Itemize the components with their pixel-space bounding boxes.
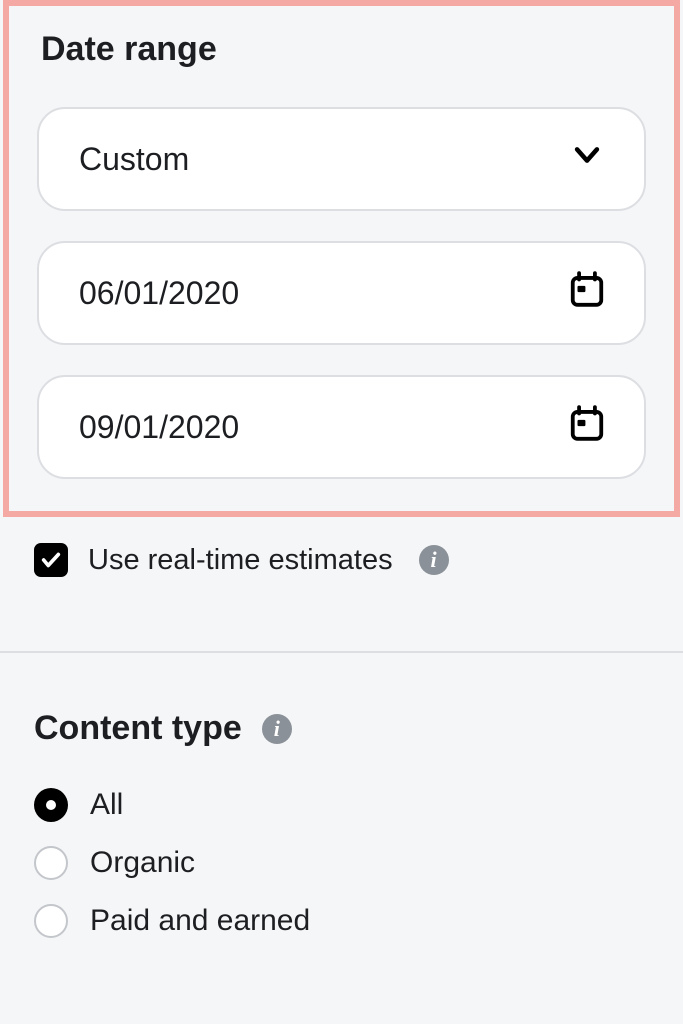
radio-label: Organic bbox=[90, 846, 195, 880]
date-range-preset-select[interactable]: Custom bbox=[37, 107, 646, 211]
content-type-option-all[interactable]: All bbox=[34, 788, 683, 822]
info-icon[interactable]: i bbox=[419, 545, 449, 575]
end-date-value: 09/01/2020 bbox=[79, 409, 239, 446]
date-range-preset-value: Custom bbox=[79, 141, 189, 178]
radio-label: Paid and earned bbox=[90, 904, 310, 938]
filter-panel: Date range Custom 06/01/2020 09/01/2020 … bbox=[0, 0, 683, 1024]
realtime-estimates-label: Use real-time estimates bbox=[88, 544, 393, 577]
radio-button[interactable] bbox=[34, 788, 68, 822]
content-type-title-row: Content type i bbox=[34, 709, 683, 748]
date-range-title: Date range bbox=[41, 30, 646, 69]
radio-label: All bbox=[90, 788, 123, 822]
content-type-option-paid-earned[interactable]: Paid and earned bbox=[34, 904, 683, 938]
radio-button[interactable] bbox=[34, 846, 68, 880]
content-type-radio-group: All Organic Paid and earned bbox=[34, 788, 683, 938]
start-date-field[interactable]: 06/01/2020 bbox=[37, 241, 646, 345]
info-icon[interactable]: i bbox=[262, 714, 292, 744]
content-type-option-organic[interactable]: Organic bbox=[34, 846, 683, 880]
content-type-section: Content type i All Organic Paid and earn… bbox=[0, 653, 683, 938]
realtime-estimates-row: Use real-time estimates i bbox=[0, 517, 683, 577]
date-range-section: Date range Custom 06/01/2020 09/01/2020 bbox=[3, 0, 680, 517]
calendar-icon bbox=[568, 270, 606, 316]
calendar-icon bbox=[568, 404, 606, 450]
content-type-title: Content type bbox=[34, 709, 242, 748]
chevron-down-icon bbox=[570, 138, 604, 180]
radio-button[interactable] bbox=[34, 904, 68, 938]
realtime-estimates-checkbox[interactable] bbox=[34, 543, 68, 577]
end-date-field[interactable]: 09/01/2020 bbox=[37, 375, 646, 479]
start-date-value: 06/01/2020 bbox=[79, 275, 239, 312]
